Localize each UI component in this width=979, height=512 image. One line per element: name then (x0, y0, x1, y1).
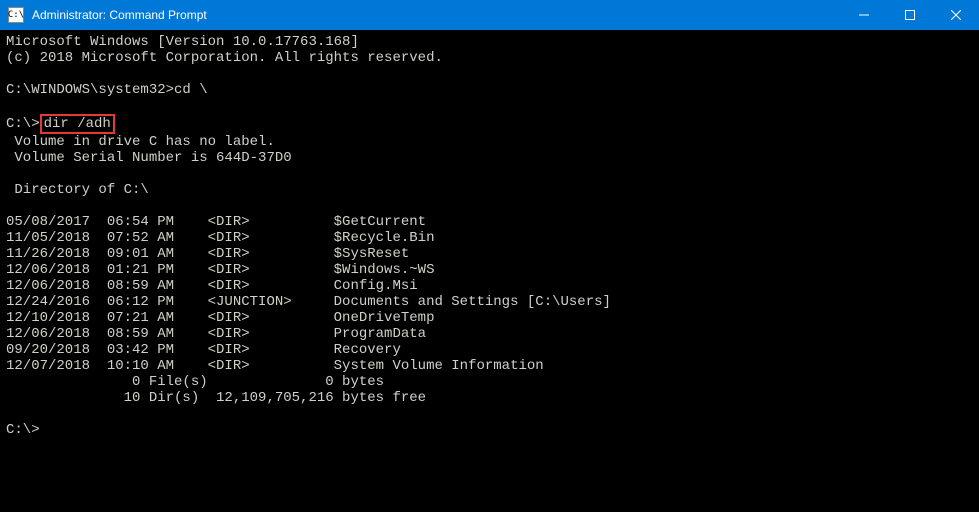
directory-listing: 05/08/2017 06:54 PM <DIR> $GetCurrent 11… (6, 214, 611, 374)
minimize-button[interactable] (841, 0, 887, 30)
prompt-path: C:\> (6, 116, 40, 132)
summary-files: 0 File(s) 0 bytes (6, 374, 384, 390)
close-button[interactable] (933, 0, 979, 30)
close-icon (951, 10, 961, 20)
directory-header: Directory of C:\ (6, 182, 149, 198)
copyright-line: (c) 2018 Microsoft Corporation. All righ… (6, 50, 443, 66)
window-title: Administrator: Command Prompt (32, 8, 841, 22)
os-version-line: Microsoft Windows [Version 10.0.17763.16… (6, 34, 359, 50)
titlebar[interactable]: C:\ Administrator: Command Prompt (0, 0, 979, 30)
highlighted-command: dir /adh (40, 114, 115, 134)
cmd-icon: C:\ (8, 7, 24, 23)
command-text: cd \ (174, 82, 208, 98)
prompt-path: C:\> (6, 422, 40, 438)
console-area[interactable]: Microsoft Windows [Version 10.0.17763.16… (0, 30, 979, 512)
volume-label-line: Volume in drive C has no label. (6, 134, 275, 150)
prompt-path: C:\WINDOWS\system32> (6, 82, 174, 98)
maximize-button[interactable] (887, 0, 933, 30)
window-controls (841, 0, 979, 30)
volume-serial-line: Volume Serial Number is 644D-37D0 (6, 150, 292, 166)
command-prompt-window: C:\ Administrator: Command Prompt Micros… (0, 0, 979, 512)
maximize-icon (905, 10, 915, 20)
summary-dirs: 10 Dir(s) 12,109,705,216 bytes free (6, 390, 426, 406)
minimize-icon (859, 10, 869, 20)
